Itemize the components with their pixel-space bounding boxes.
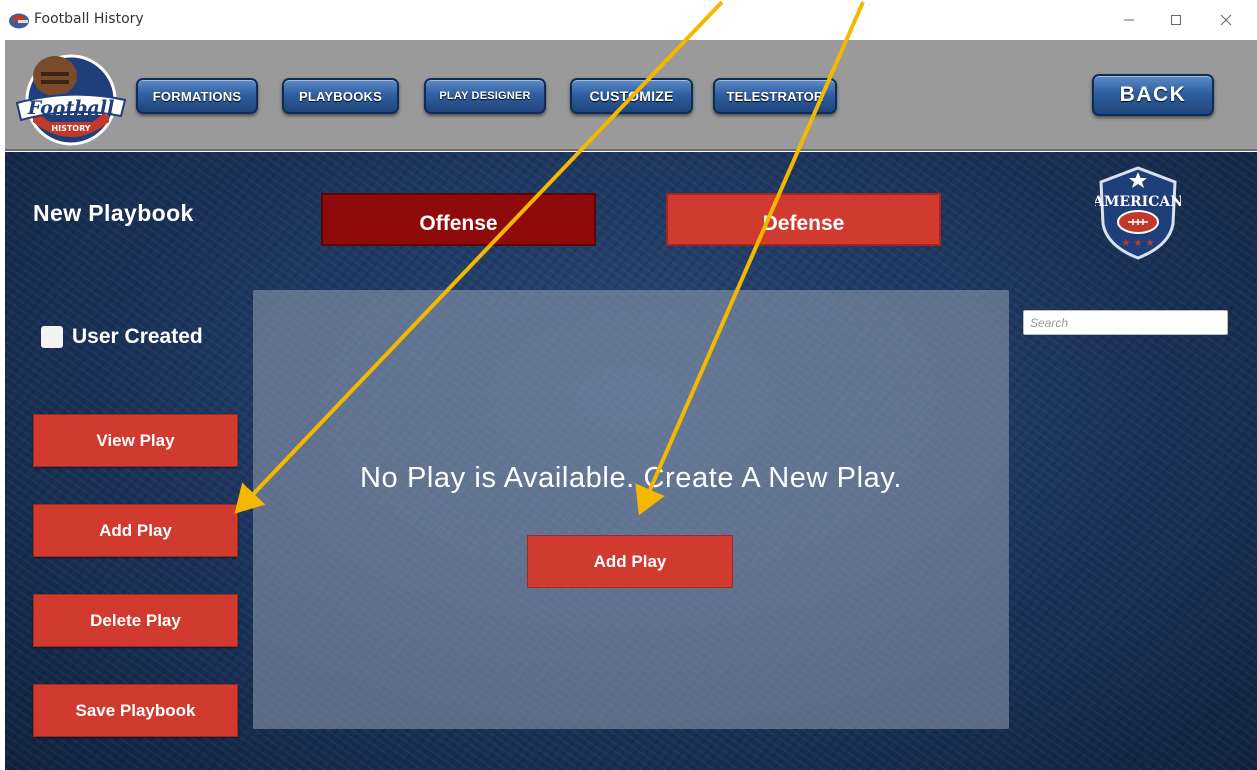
football-helmet-icon xyxy=(9,13,29,29)
tab-offense[interactable]: Offense xyxy=(321,193,596,246)
user-created-label: User Created xyxy=(72,325,203,348)
view-play-button[interactable]: View Play xyxy=(33,414,238,467)
american-football-shield-icon: AMERICAN ★ ★ ★ xyxy=(1095,166,1181,260)
add-play-button[interactable]: Add Play xyxy=(33,504,238,557)
playbook-editor: New Playbook Offense Defense AMERICAN ★ … xyxy=(5,152,1257,770)
panel-add-play-button[interactable]: Add Play xyxy=(527,535,733,588)
back-button[interactable]: BACK xyxy=(1092,74,1214,116)
minimize-icon[interactable] xyxy=(1106,0,1152,40)
football-history-logo: Football HISTORY xyxy=(15,54,127,146)
nav-formations-button[interactable]: FORMATIONS xyxy=(136,78,258,114)
delete-play-button[interactable]: Delete Play xyxy=(33,594,238,647)
nav-customize-button[interactable]: CUSTOMIZE xyxy=(570,78,693,114)
svg-text:Football: Football xyxy=(27,97,115,119)
nav-telestrator-button[interactable]: TELESTRATOR xyxy=(713,78,837,114)
tab-defense[interactable]: Defense xyxy=(666,193,941,246)
maximize-icon[interactable] xyxy=(1153,0,1199,40)
svg-text:AMERICAN: AMERICAN xyxy=(1095,194,1181,210)
playbook-title: New Playbook xyxy=(33,200,194,226)
nav-play-designer-button[interactable]: PLAY DESIGNER xyxy=(424,78,546,114)
svg-text:★ ★ ★: ★ ★ ★ xyxy=(1121,238,1154,249)
user-created-toggle[interactable]: User Created xyxy=(41,325,203,349)
app-header: Football HISTORY FORMATIONS PLAYBOOKS PL… xyxy=(5,40,1257,151)
save-playbook-button[interactable]: Save Playbook xyxy=(33,684,238,737)
user-created-checkbox[interactable] xyxy=(41,326,63,348)
plays-panel: No Play is Available. Create A New Play.… xyxy=(253,290,1009,729)
window-title: Football History xyxy=(34,11,144,27)
nav-playbooks-button[interactable]: PLAYBOOKS xyxy=(282,78,399,114)
search-input[interactable] xyxy=(1023,310,1228,335)
close-icon[interactable] xyxy=(1203,0,1249,40)
empty-plays-message: No Play is Available. Create A New Play. xyxy=(360,462,902,494)
svg-text:HISTORY: HISTORY xyxy=(51,124,90,133)
window-titlebar: Football History xyxy=(0,0,1257,40)
